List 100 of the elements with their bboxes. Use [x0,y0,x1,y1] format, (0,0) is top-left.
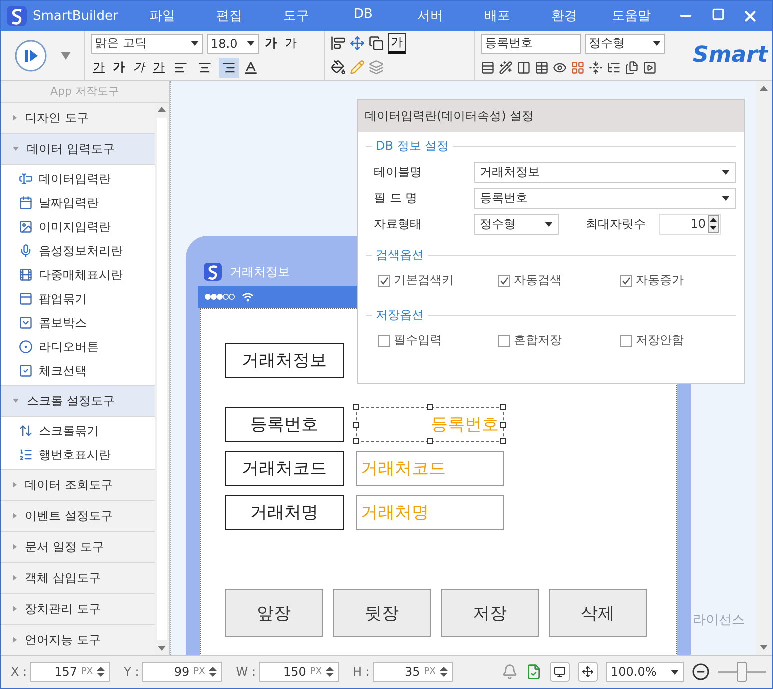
sidebar-item[interactable]: 스크롤묶기 [1,419,155,443]
sidebar-item[interactable]: 콤보박스 [1,311,155,335]
layers-icon[interactable] [369,60,384,75]
paint-bucket-icon[interactable] [331,60,346,75]
option-checkbox[interactable]: 혼합저장 [498,332,620,349]
zoom-select[interactable]: 100.0% [606,662,684,682]
sidebar-group[interactable]: 언어지능 도구 [1,625,155,655]
field-type-select[interactable]: 정수형 [585,34,665,54]
sidebar-item[interactable]: 음성정보처리란 [1,239,155,263]
rows-icon[interactable] [481,60,495,74]
option-checkbox[interactable]: 기본검색키 [378,272,498,289]
sidebar-item[interactable]: 데이터입력란 [1,167,155,191]
form-button[interactable]: 앞장 [225,589,323,637]
sidebar-group[interactable]: 객체 삽입도구 [1,563,155,594]
form-button[interactable]: 삭제 [549,589,647,637]
sidebar-group[interactable]: 데이터 조회도구 [1,470,155,501]
coordinate-label: H : [353,665,370,679]
option-checkbox[interactable]: 자동증가 [620,272,730,289]
sidebar-group[interactable]: 데이터 입력도구 [1,134,155,165]
resize-handle[interactable] [500,404,506,410]
table-icon[interactable] [535,60,549,74]
caret-icon[interactable] [61,52,71,60]
sidebar-group[interactable]: 이벤트 설정도구 [1,501,155,532]
sidebar-item[interactable]: 다중매체표시란 [1,263,155,287]
sidebar-group[interactable]: 장치관리 도구 [1,594,155,625]
wand-icon[interactable] [499,60,513,74]
sidebar-item[interactable]: 라디오버튼 [1,335,155,359]
menu-item[interactable]: 배포 [464,7,531,25]
resize-handle[interactable] [500,438,506,444]
coordinate-label: X : [11,665,28,679]
grow-font-button[interactable]: 가 [263,35,279,52]
copy-icon[interactable] [369,36,384,51]
fill-text-button[interactable]: 가 [388,33,406,54]
font-style-button[interactable]: 가 [131,59,147,76]
resize-handle[interactable] [427,404,433,410]
sidebar-item[interactable]: 행번호표시란 [1,443,155,467]
sidebar-group[interactable]: 디자인 도구 [1,103,155,134]
resize-handle[interactable] [353,404,359,410]
view-button[interactable] [550,662,570,682]
dropdown-arrow-icon [247,41,255,46]
eye-icon[interactable] [553,60,567,74]
align-right-icon [222,60,236,74]
coordinate-input[interactable]: 150 PX [259,662,339,682]
sidebar-group[interactable]: 스크롤 설정도구 [1,386,155,417]
resize-handle[interactable] [353,438,359,444]
shrink-font-button[interactable]: 가 [283,35,299,52]
sidebar-item[interactable]: 이미지입력란 [1,215,155,239]
font-style-button[interactable]: 가 [111,59,127,76]
option-checkbox[interactable]: 저장안함 [620,332,730,349]
move-button[interactable] [578,662,598,682]
menu-item[interactable]: 편집 [196,7,263,25]
field-select[interactable]: 등록번호 [474,188,736,208]
digits-spinner[interactable]: 10 [659,214,721,234]
move-icon[interactable] [350,36,365,51]
resize-handle[interactable] [427,438,433,444]
option-checkbox[interactable]: 필수입력 [378,332,498,349]
film-icon [19,268,33,282]
spinner-arrows-icon[interactable] [97,667,106,677]
file-check-icon[interactable] [526,664,542,680]
font-size-select[interactable]: 18.0 [207,34,259,54]
form-button[interactable]: 저장 [441,589,539,637]
zoom-slider-thumb[interactable] [737,662,747,682]
sidebar-item[interactable]: 체크선택 [1,359,155,383]
align-button[interactable] [219,58,239,78]
menu-item[interactable]: 환경 [531,7,598,25]
menu-item[interactable]: 서버 [397,7,464,25]
table-select[interactable]: 거래처정보 [474,162,736,182]
option-checkbox[interactable]: 자동검색 [498,272,620,289]
menu-item[interactable]: 파일 [129,7,196,25]
play-square-icon[interactable] [643,60,657,74]
check-icon [380,276,388,284]
spinner-arrows-icon[interactable] [440,667,448,677]
type-select[interactable]: 정수형 [474,214,559,234]
align-objects-icon[interactable] [331,36,346,51]
coordinate-input[interactable]: 99 PX [142,662,222,682]
form-button[interactable]: 뒷장 [333,589,431,637]
field-name-input[interactable]: 등록번호 [481,34,581,54]
spinner-arrows-icon[interactable] [326,667,334,677]
play-button[interactable] [15,40,47,72]
resize-handle[interactable] [500,422,506,428]
font-style-button[interactable]: 가 [151,59,167,76]
zoom-out-icon[interactable] [692,663,710,681]
fold-icon[interactable] [589,60,603,74]
sidebar-group[interactable]: 문서 일정 도구 [1,532,155,563]
sidebar-item[interactable]: 팝업묶기 [1,287,155,311]
line-style-icon[interactable] [243,60,259,76]
font-name-select[interactable]: 맑은 고딕 [91,34,203,54]
font-color-button[interactable]: 가 [91,59,107,76]
tree-icon[interactable] [607,60,621,74]
coordinate-input[interactable]: 157 PX [30,662,110,682]
spinner-arrows-icon[interactable] [209,667,218,677]
menu-item[interactable]: 도구 [263,7,330,25]
files-icon[interactable] [625,60,639,74]
columns-icon[interactable] [517,60,531,74]
coordinate-input[interactable]: 35 PX [372,662,453,682]
menu-item[interactable]: 도움말 [598,7,665,25]
resize-handle[interactable] [353,422,359,428]
sidebar-item[interactable]: 날짜입력란 [1,191,155,215]
menu-item[interactable]: DB [330,7,397,25]
spinner-arrows-icon[interactable] [708,215,719,233]
